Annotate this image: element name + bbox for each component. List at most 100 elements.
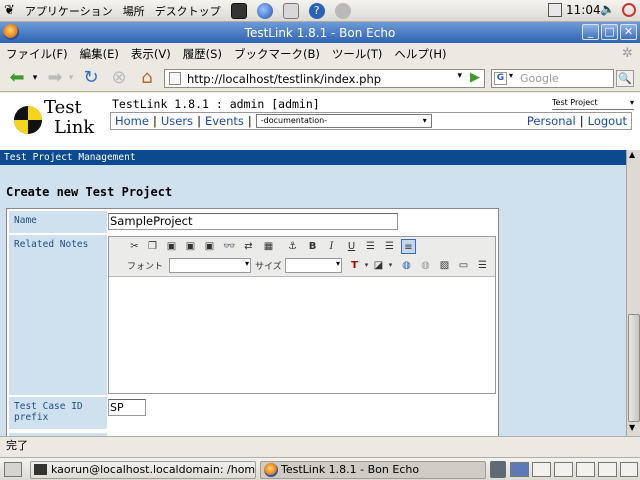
workspace-3[interactable] [554,462,573,477]
workspace-5[interactable] [598,462,617,477]
horizontal-rule-icon[interactable]: ☰ [475,258,490,273]
font-label: フォント [127,262,164,272]
documentation-select[interactable]: -documentation- ▾ [255,114,432,128]
back-history-dropdown-icon[interactable]: ▾ [30,68,40,88]
search-bar[interactable]: G ▾ Google [491,69,614,88]
testlink-title: TestLink 1.8.1 : admin [admin] [112,97,320,111]
menu-file[interactable]: ファイル(F) [0,46,74,62]
search-icon[interactable]: 🔍 [616,70,634,87]
menu-link-home[interactable]: Home [111,114,153,128]
bulleted-list-icon[interactable]: ☰ [382,239,397,254]
link-icon[interactable]: ◍ [399,258,414,273]
underline-icon[interactable]: U [344,239,359,254]
menu-history[interactable]: 履歴(S) [177,46,228,62]
scroll-up-icon[interactable]: ▲ [629,150,635,159]
terminal-icon [34,464,47,475]
scroll-down-icon[interactable]: ▼ [629,423,635,432]
maximize-button[interactable]: □ [601,24,618,40]
find-icon[interactable]: 👓 [222,239,237,254]
task-terminal[interactable]: kaorun@localhost.localdomain: /home· [30,461,256,479]
help-launcher-icon[interactable]: ? [308,2,325,19]
stop-icon[interactable]: ⊗ [108,68,130,88]
back-icon[interactable]: ⬅ [6,68,28,88]
copy-icon[interactable]: ❐ [145,239,160,254]
paste-text-icon[interactable]: ▣ [183,239,198,254]
power-icon[interactable] [622,3,636,17]
name-label: Name [9,211,107,233]
scrollbar-thumb[interactable] [628,314,640,422]
bold-icon[interactable]: B [305,239,320,254]
workspace-4[interactable] [576,462,595,477]
workspace-2[interactable] [532,462,551,477]
cut-icon[interactable]: ✂ [127,239,142,254]
volume-icon[interactable]: 🔈 [600,2,615,16]
go-icon[interactable]: ▶ [470,70,480,85]
testlink-logo[interactable]: Test Link [8,97,95,143]
logo-text-link: Link [54,117,95,138]
workspace-6[interactable] [620,462,638,477]
browser-launcher-icon[interactable] [256,2,273,19]
testlink-menu: Home | Users | Events | -documentation- ▾ P… [110,112,632,130]
personal-link[interactable]: Personal [523,114,580,128]
vertical-scrollbar[interactable]: ▲ ▼ [626,150,640,436]
url-dropdown-icon[interactable]: ▾ [457,71,462,81]
menu-link-events[interactable]: Events [201,114,248,128]
places-menu[interactable]: 場所 [123,3,145,19]
workspace-1[interactable] [510,462,529,477]
prefix-input[interactable]: SP [108,399,146,416]
notes-editor-body[interactable] [109,278,495,393]
forward-icon[interactable]: ➡ [44,68,66,88]
battery-icon[interactable] [548,3,562,17]
gnome-foot-icon[interactable]: ❦ [4,3,15,18]
replace-icon[interactable]: ⇄ [241,239,256,254]
url-bar[interactable]: http://localhost/testlink/index.php ▾ ▶ [164,69,485,88]
menu-tools[interactable]: ツール(T) [326,46,389,62]
desktop-menu[interactable]: デスクトップ [155,3,221,19]
applications-menu[interactable]: アプリケーション [25,3,113,19]
logout-link[interactable]: Logout [584,114,631,128]
menu-view[interactable]: 表示(V) [125,46,177,62]
menu-bookmarks[interactable]: ブックマーク(B) [228,46,326,62]
section-title-bar: Test Project Management [0,150,626,165]
numbered-list-icon[interactable]: ☰ [363,239,378,254]
clock[interactable]: 11:04 [566,3,601,17]
flash-icon[interactable]: ▭ [456,258,471,273]
engine-dropdown-icon[interactable]: ▾ [509,71,513,80]
italic-icon[interactable]: I [324,239,339,254]
related-notes-label: Related Notes [9,235,107,395]
create-project-form: Name SampleProject Related Notes ◢ ✂ ❐ ▣… [6,208,499,436]
reload-icon[interactable]: ↻ [80,68,102,88]
menu-link-users[interactable]: Users [157,114,197,128]
font-select[interactable]: ▾ [169,258,251,273]
chevron-down-icon[interactable]: ▾ [383,258,398,273]
paste-icon[interactable]: ▣ [164,239,179,254]
minimize-button[interactable]: _ [582,24,599,40]
firefox-icon[interactable] [3,24,19,40]
paste-word-icon[interactable]: ▣ [202,239,217,254]
terminal-launcher-icon[interactable] [230,2,247,19]
table-icon[interactable]: ▦ [261,239,276,254]
close-button[interactable]: ✕ [620,24,637,40]
window-titlebar[interactable]: TestLink 1.8.1 - Bon Echo _ □ ✕ [0,22,640,43]
status-bar: 完了 [0,436,640,456]
throbber-icon: ✲ [622,46,633,61]
menu-help[interactable]: ヘルプ(H) [388,46,452,62]
bug-launcher-icon[interactable] [334,2,351,19]
home-icon[interactable]: ⌂ [136,68,158,88]
test-project-select[interactable]: Test Project ▾ [552,98,634,110]
menu-edit[interactable]: 編集(E) [74,46,125,62]
trash-icon[interactable] [490,461,506,478]
name-input[interactable]: SampleProject [108,213,398,230]
mail-launcher-icon[interactable] [282,2,299,19]
justify-icon[interactable]: ≡ [401,239,416,254]
google-engine-icon[interactable]: G [494,72,507,85]
forward-history-dropdown-icon[interactable]: ▾ [66,68,76,88]
unlink-icon[interactable]: ◍ [418,258,433,273]
task-browser-label: TestLink 1.8.1 - Bon Echo [281,463,420,476]
show-desktop-icon[interactable] [4,462,22,477]
task-browser[interactable]: TestLink 1.8.1 - Bon Echo [260,461,486,479]
anchor-icon[interactable]: ⚓ [285,239,300,254]
image-icon[interactable]: ▨ [437,258,452,273]
search-placeholder: Google [520,72,559,85]
size-select[interactable]: ▾ [285,258,342,273]
